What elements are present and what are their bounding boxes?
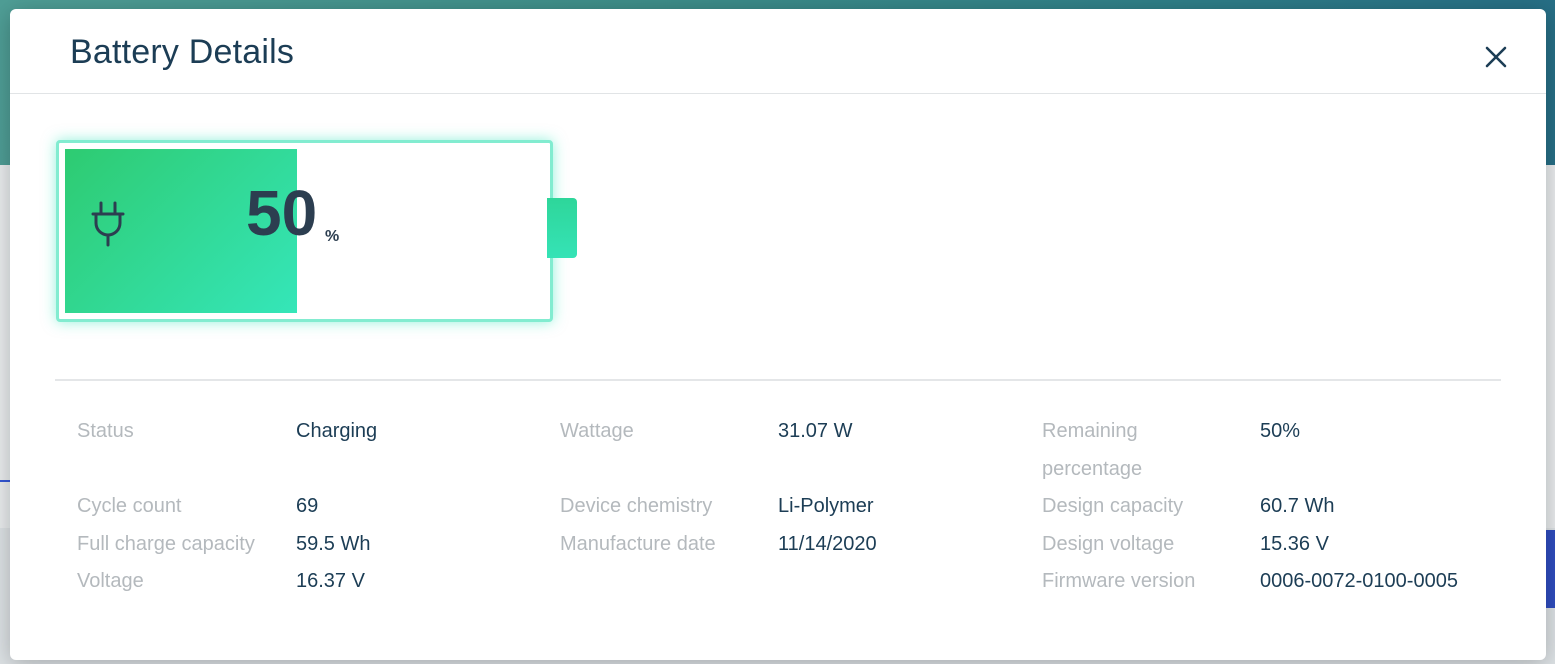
- voltage-value: 16.37 V: [296, 570, 365, 592]
- cycle-count-value: 69: [296, 495, 319, 517]
- firmware-version-value: 0006-0072-0100-0005: [1260, 570, 1458, 592]
- wattage-value: 31.07 W: [778, 420, 853, 442]
- wattage-label: Wattage: [560, 420, 634, 442]
- design-capacity-value: 60.7 Wh: [1260, 495, 1335, 517]
- remaining-percentage-label-line2: percentage: [1042, 458, 1143, 480]
- voltage-label: Voltage: [77, 570, 144, 592]
- status-value: Charging: [296, 420, 378, 442]
- device-chemistry-label: Device chemistry: [560, 495, 713, 517]
- manufacture-date-value: 11/14/2020: [778, 533, 877, 555]
- cycle-count-label: Cycle count: [77, 495, 182, 517]
- battery-details-grid: Status Charging Cycle count 69 Full char…: [10, 9, 1546, 660]
- design-voltage-label: Design voltage: [1042, 533, 1175, 555]
- design-voltage-value: 15.36 V: [1260, 533, 1329, 555]
- battery-details-modal: Battery Details 50 % Status Charging Cyc…: [10, 9, 1546, 660]
- remaining-percentage-value: 50%: [1260, 420, 1301, 442]
- full-charge-capacity-label: Full charge capacity: [77, 533, 255, 555]
- remaining-percentage-label-line1: Remaining: [1042, 420, 1138, 442]
- device-chemistry-value: Li-Polymer: [778, 495, 874, 517]
- design-capacity-label: Design capacity: [1042, 495, 1184, 517]
- background-accent: [1545, 530, 1555, 608]
- status-label: Status: [77, 420, 134, 442]
- full-charge-capacity-value: 59.5 Wh: [296, 533, 371, 555]
- firmware-version-label: Firmware version: [1042, 570, 1196, 592]
- manufacture-date-label: Manufacture date: [560, 533, 716, 555]
